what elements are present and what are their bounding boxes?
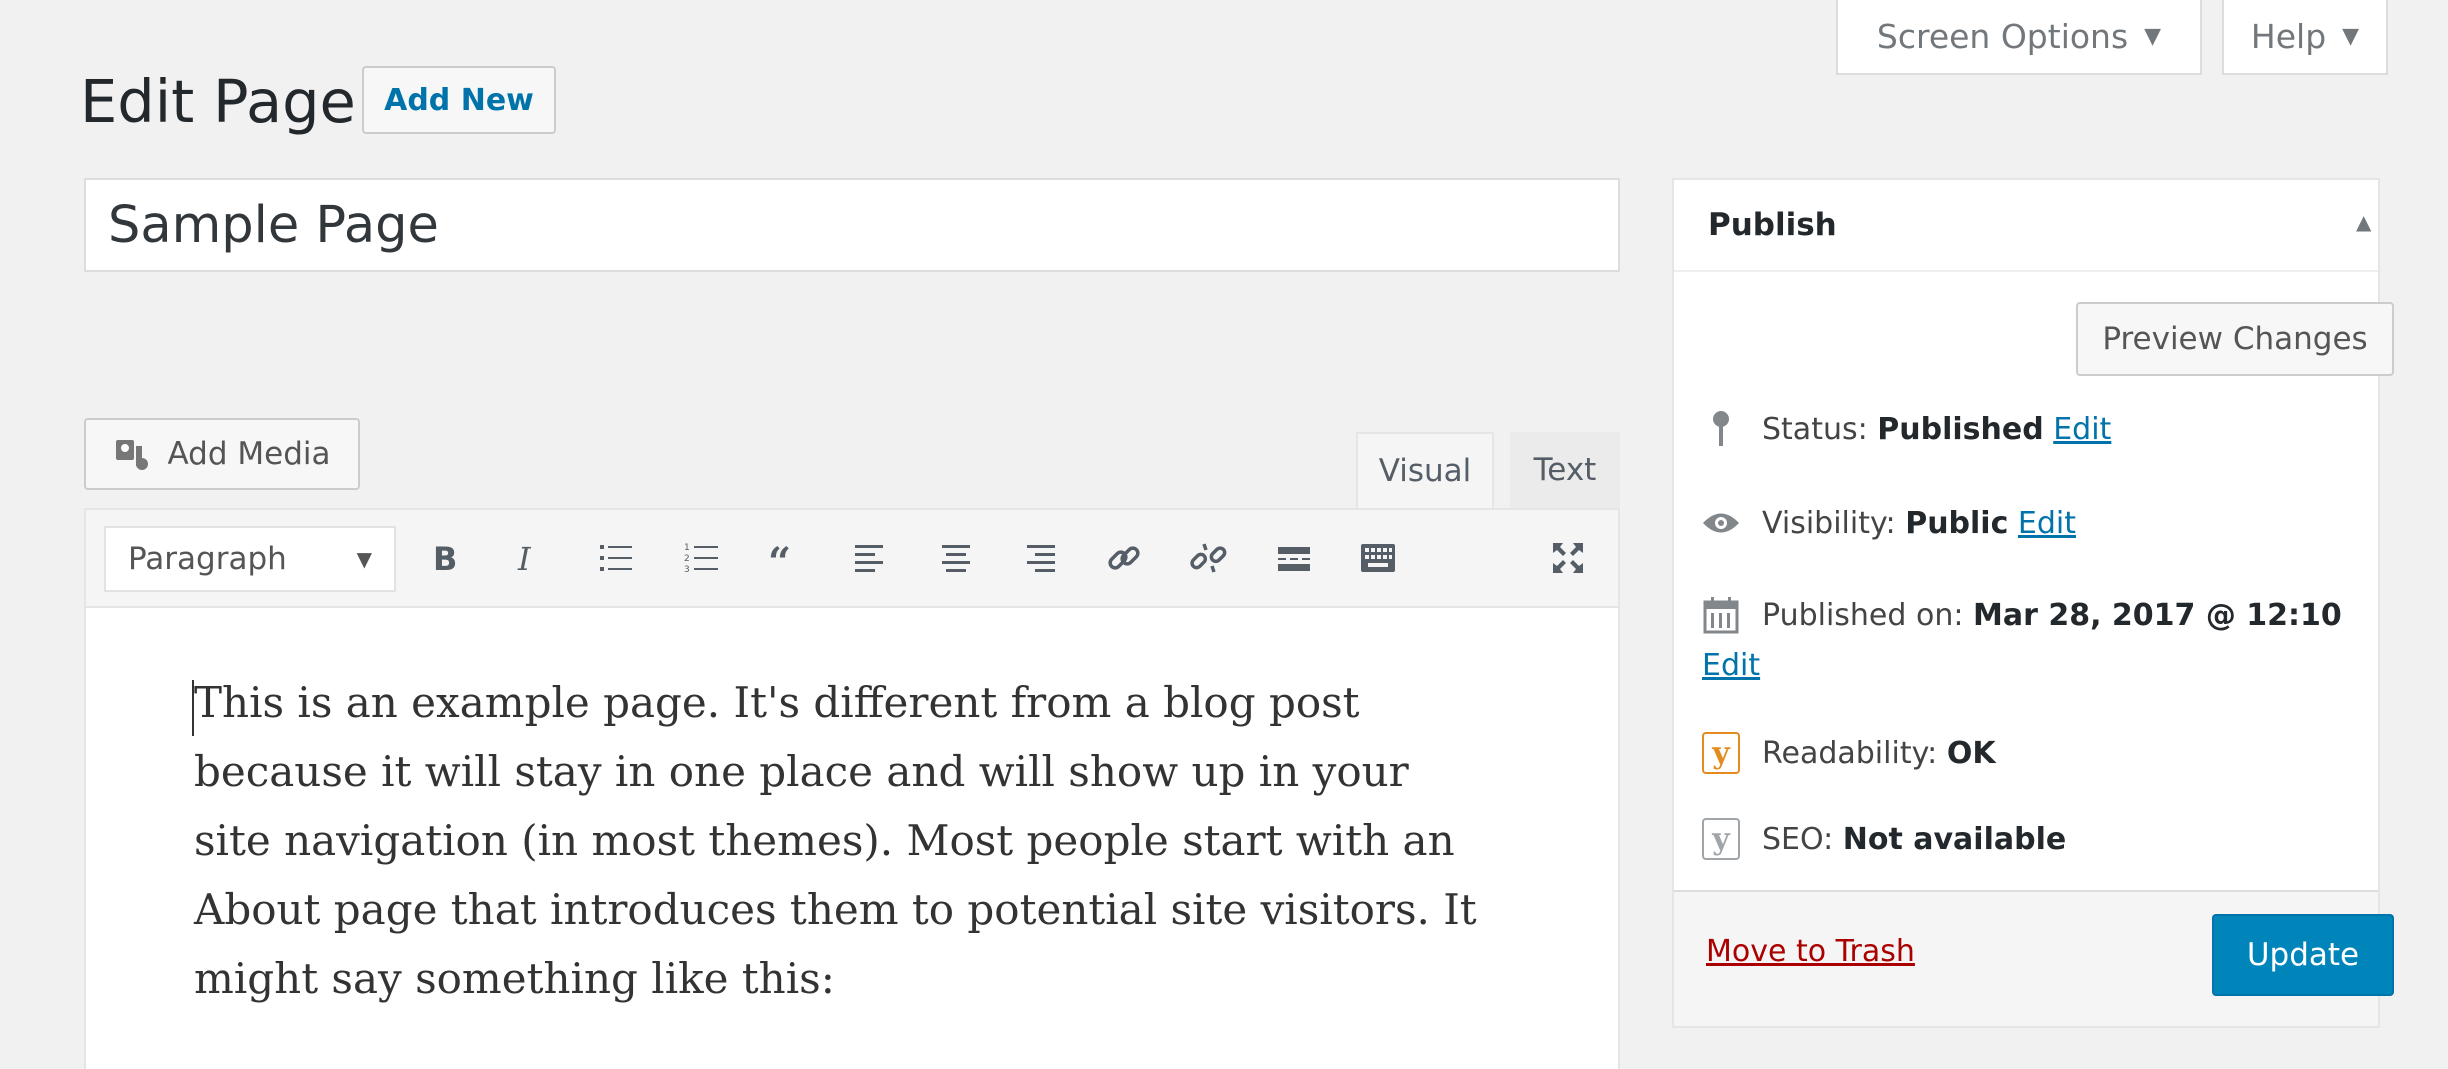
collapse-arrow-icon[interactable]: ▲ [2356, 210, 2371, 234]
published-value: Mar 28, 2017 @ 12:10 [1973, 597, 2342, 633]
italic-button[interactable]: I [498, 528, 558, 588]
insert-link-button[interactable] [1094, 528, 1154, 588]
seo-value: Not available [1842, 821, 2067, 857]
align-center-icon [942, 545, 970, 572]
add-new-button[interactable]: Add New [362, 66, 556, 134]
status-edit-link[interactable]: Edit [2053, 412, 2111, 447]
status-row: Status: Published Edit [1702, 410, 2111, 448]
svg-text:3: 3 [684, 565, 690, 575]
text-cursor [192, 680, 194, 736]
link-icon [1108, 546, 1140, 570]
remove-link-button[interactable] [1178, 528, 1238, 588]
bullet-list-button[interactable] [586, 528, 646, 588]
fullscreen-icon [1553, 543, 1583, 573]
add-media-label: Add Media [167, 436, 331, 472]
italic-icon: I [517, 540, 532, 578]
calendar-icon [1702, 596, 1740, 634]
align-center-button[interactable] [926, 528, 986, 588]
preview-changes-button[interactable]: Preview Changes [2076, 302, 2394, 376]
yoast-seo-icon: y [1702, 818, 1740, 860]
readability-value: OK [1946, 735, 1996, 771]
seo-row: y SEO: Not available [1702, 818, 2066, 860]
tab-text[interactable]: Text [1510, 432, 1620, 508]
bold-icon: B [433, 540, 457, 578]
visibility-label: Visibility: [1762, 505, 1896, 541]
svg-text:1: 1 [684, 543, 690, 553]
help-label: Help [2250, 17, 2327, 56]
blockquote-button[interactable]: “ [756, 528, 816, 588]
read-more-icon [1278, 547, 1310, 571]
eye-icon [1702, 504, 1740, 542]
media-icon [115, 440, 148, 470]
pin-icon [1702, 410, 1740, 448]
content-line: because it will stay in one place and wi… [194, 747, 1409, 796]
caret-down-icon: ▼ [356, 547, 372, 571]
title-input[interactable]: Sample Page [84, 178, 1620, 272]
status-value: Published [1877, 411, 2044, 447]
align-right-button[interactable] [1010, 528, 1070, 588]
update-button[interactable]: Update [2212, 914, 2394, 996]
visibility-edit-link[interactable]: Edit [2018, 506, 2076, 541]
fullscreen-button[interactable] [1538, 528, 1598, 588]
readability-label: Readability: [1762, 735, 1938, 771]
numbered-list-button[interactable]: 1 2 3 [672, 528, 732, 588]
visibility-value: Public [1905, 505, 2009, 541]
publish-title: Publish [1708, 207, 1837, 243]
align-left-button[interactable] [840, 528, 900, 588]
align-right-icon [1027, 545, 1055, 572]
numbered-list-icon: 1 2 3 [684, 543, 718, 575]
content-line: This is an example page. It's different … [194, 678, 1360, 727]
yoast-readability-icon: y [1702, 732, 1740, 774]
align-left-icon [855, 545, 883, 572]
content-line: About page that introduces them to poten… [194, 885, 1477, 934]
status-label: Status: [1762, 411, 1868, 447]
format-select-value: Paragraph [128, 541, 287, 577]
quote-icon: “ [768, 539, 791, 578]
help-tab[interactable]: Help ▼ [2222, 0, 2388, 75]
keyboard-icon [1361, 544, 1395, 572]
caret-down-icon: ▼ [2144, 24, 2162, 49]
bullet-list-icon [600, 545, 632, 571]
format-select[interactable]: Paragraph ▼ [104, 526, 396, 592]
readability-row: y Readability: OK [1702, 732, 1996, 774]
move-to-trash-link[interactable]: Move to Trash [1706, 934, 1915, 969]
content-line: might say something like this: [194, 954, 835, 1003]
seo-label: SEO: [1762, 821, 1834, 857]
add-media-button[interactable]: Add Media [84, 418, 360, 490]
page-title: Edit Page [80, 67, 356, 136]
unlink-icon [1190, 543, 1227, 573]
visibility-row: Visibility: Public Edit [1702, 504, 2076, 542]
bold-button[interactable]: B [414, 528, 474, 588]
svg-text:“: “ [768, 539, 791, 578]
editor-content[interactable]: This is an example page. It's different … [194, 668, 1514, 1013]
toolbar-toggle-button[interactable] [1348, 528, 1408, 588]
tab-visual[interactable]: Visual [1356, 432, 1494, 508]
svg-text:I: I [517, 540, 532, 578]
published-label: Published on: [1762, 597, 1964, 633]
svg-text:2: 2 [684, 554, 690, 564]
content-line: site navigation (in most themes). Most p… [194, 816, 1455, 865]
read-more-button[interactable] [1264, 528, 1324, 588]
caret-down-icon: ▼ [2342, 24, 2360, 49]
screen-options-label: Screen Options [1876, 17, 2129, 56]
svg-text:B: B [433, 540, 457, 578]
screen-options-tab[interactable]: Screen Options ▼ [1836, 0, 2202, 75]
published-edit-link[interactable]: Edit [1702, 648, 1760, 683]
published-on-row: Published on: Mar 28, 2017 @ 12:10 [1702, 596, 2342, 634]
